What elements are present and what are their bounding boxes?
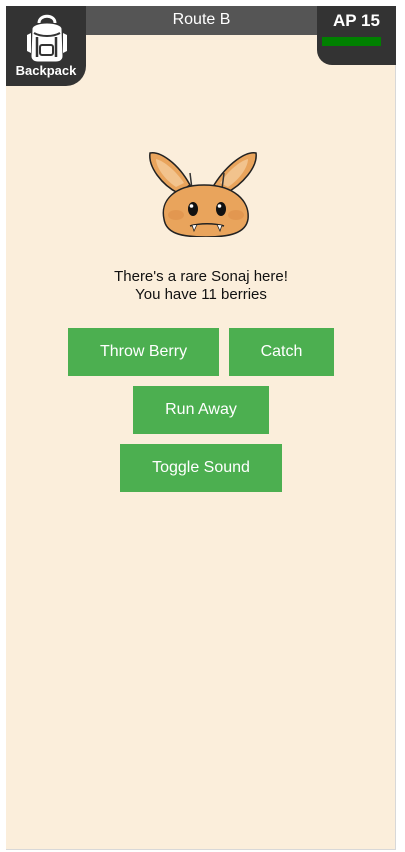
encounter-message: There's a rare Sonaj here! You have 11 b… — [6, 268, 396, 304]
route-title: Route B — [86, 6, 317, 35]
ap-bar-fill — [322, 37, 381, 46]
backpack-icon — [27, 14, 67, 63]
throw-berry-button[interactable]: Throw Berry — [68, 328, 219, 376]
toggle-sound-button[interactable]: Toggle Sound — [120, 444, 282, 492]
game-screen: Route B Backpack AP 15 There's a rare So… — [6, 6, 396, 850]
catch-button[interactable]: Catch — [229, 328, 334, 376]
sonaj-creature-icon — [149, 152, 257, 237]
berry-count-text: You have 11 berries — [135, 286, 267, 303]
ap-bar — [322, 37, 381, 46]
ap-panel: AP 15 — [317, 6, 396, 65]
backpack-button[interactable]: Backpack — [6, 6, 86, 86]
ap-counter: AP 15 — [333, 11, 380, 30]
backpack-label: Backpack — [15, 63, 77, 78]
encounter-text: There's a rare Sonaj here! — [114, 268, 288, 285]
run-away-button[interactable]: Run Away — [133, 386, 269, 434]
